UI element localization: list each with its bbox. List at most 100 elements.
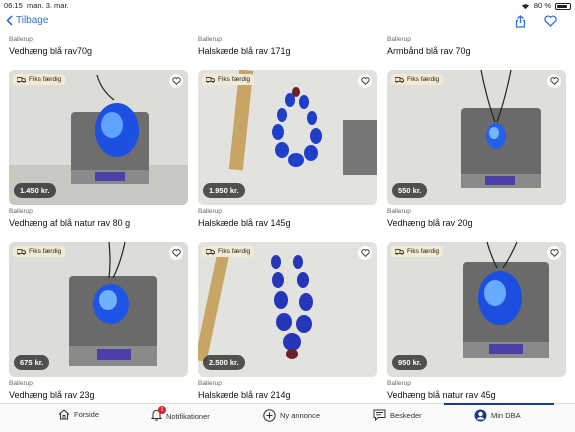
- listing-card-pendant-45g[interactable]: Fiks færdig 950 kr.: [387, 242, 566, 377]
- bottom-tab-bar: Forside 1 Notifikationer Ny annonce Besk…: [0, 403, 575, 432]
- price-tag: 675 kr.: [14, 355, 50, 370]
- chat-icon: [373, 409, 386, 421]
- status-right: 80 %: [521, 0, 571, 12]
- price-tag: 2.500 kr.: [203, 355, 245, 370]
- listing-title: Halskæde blå rav 214g: [198, 390, 291, 400]
- tab-label: Ny annonce: [280, 411, 321, 420]
- listing-title: Halskæde blå rav 145g: [198, 218, 291, 228]
- list-item-label[interactable]: Ballerup Halskæde blå rav 145g: [198, 208, 291, 228]
- battery-icon: [555, 2, 571, 10]
- profile-icon: [474, 409, 487, 422]
- tab-label: Beskeder: [390, 410, 422, 420]
- tab-ny-annonce[interactable]: Ny annonce: [263, 409, 320, 422]
- list-item-label[interactable]: Ballerup Halskæde blå rav 214g: [198, 380, 291, 400]
- listing-card-pendant-80g[interactable]: Fiks færdig 1.450 kr.: [9, 70, 188, 205]
- listing-card-necklace-214g[interactable]: Fiks færdig 2.500 kr.: [198, 242, 377, 377]
- heart-icon: [549, 77, 559, 85]
- listing-location: Ballerup: [9, 36, 33, 43]
- heart-icon: [171, 249, 181, 257]
- list-item-label[interactable]: Ballerup Vedhæng blå rav70g: [9, 36, 92, 56]
- tab-label: Notifikationer: [166, 411, 210, 421]
- save-heart-button[interactable]: [169, 74, 183, 88]
- listing-location: Ballerup: [198, 36, 222, 43]
- bell-icon-wrap: 1: [150, 406, 166, 423]
- heart-icon: [549, 249, 559, 257]
- list-item-label[interactable]: Ballerup Vedhæng blå rav 20g: [387, 208, 473, 228]
- back-label: Tilbage: [16, 15, 49, 26]
- list-item-label[interactable]: Ballerup Vedhæng blå natur rav 45g: [387, 380, 496, 400]
- listing-location: Ballerup: [387, 380, 411, 387]
- listing-card-pendant-20g[interactable]: Fiks færdig 550 kr.: [387, 70, 566, 205]
- truck-icon: [17, 248, 26, 255]
- plus-circle-icon: [263, 409, 276, 422]
- listing-card-pendant-23g[interactable]: Fiks færdig 675 kr.: [9, 242, 188, 377]
- listing-location: Ballerup: [387, 208, 411, 215]
- list-item-label[interactable]: Ballerup Vedhæng blå rav 23g: [9, 380, 95, 400]
- listing-title: Vedhæng blå rav 20g: [387, 218, 473, 228]
- truck-icon: [206, 76, 215, 83]
- save-heart-button[interactable]: [547, 246, 561, 260]
- home-icon: [58, 409, 70, 420]
- heart-icon: [360, 77, 370, 85]
- nav-actions: [515, 15, 557, 28]
- truck-icon: [395, 76, 404, 83]
- status-date: man. 3. mar.: [26, 1, 69, 10]
- badge-label: Fiks færdig: [29, 248, 62, 255]
- price-tag: 550 kr.: [392, 183, 428, 198]
- listing-location: Ballerup: [198, 380, 222, 387]
- active-tab-indicator: [444, 403, 554, 405]
- listing-title: Vedhæng blå rav70g: [9, 46, 93, 56]
- badge-label: Fiks færdig: [407, 76, 440, 83]
- tab-min-dba[interactable]: Min DBA: [474, 409, 521, 422]
- fiks-faerdig-badge: Fiks færdig: [391, 74, 444, 85]
- navigation-bar: Tilbage: [0, 12, 575, 36]
- fiks-faerdig-badge: Fiks færdig: [391, 246, 444, 257]
- fiks-faerdig-badge: Fiks færdig: [13, 246, 66, 257]
- badge-label: Fiks færdig: [218, 76, 251, 83]
- listing-location: Ballerup: [387, 36, 411, 43]
- status-time: 06.15: [4, 1, 23, 10]
- heart-icon: [360, 249, 370, 257]
- fiks-faerdig-badge: Fiks færdig: [13, 74, 66, 85]
- heart-icon: [171, 77, 181, 85]
- listing-location: Ballerup: [9, 380, 33, 387]
- price-tag: 1.450 kr.: [14, 183, 56, 198]
- favorite-heart-icon[interactable]: [544, 15, 557, 27]
- price-tag: 1.950 kr.: [203, 183, 245, 198]
- listing-location: Ballerup: [9, 208, 33, 215]
- truck-icon: [17, 76, 26, 83]
- badge-label: Fiks færdig: [218, 248, 251, 255]
- tab-beskeder[interactable]: Beskeder: [373, 409, 422, 421]
- listing-location: Ballerup: [198, 208, 222, 215]
- fiks-faerdig-badge: Fiks færdig: [202, 246, 255, 257]
- save-heart-button[interactable]: [358, 74, 372, 88]
- listing-card-necklace-145g[interactable]: Fiks færdig 1.950 kr.: [198, 70, 377, 205]
- price-tag: 950 kr.: [392, 355, 428, 370]
- list-item-label[interactable]: Ballerup Armbånd blå rav 70g: [387, 36, 471, 56]
- tab-forside[interactable]: Forside: [58, 409, 99, 420]
- tab-notifikationer[interactable]: 1 Notifikationer: [150, 406, 210, 423]
- listing-title: Vedhæng blå natur rav 45g: [387, 390, 496, 400]
- truck-icon: [395, 248, 404, 255]
- share-icon[interactable]: [515, 15, 526, 28]
- list-item-label[interactable]: Ballerup Vedhæng af blå natur rav 80 g: [9, 208, 130, 228]
- notification-count-badge: 1: [158, 406, 166, 414]
- wifi-icon: [521, 3, 529, 9]
- status-left: 06.15 man. 3. mar.: [4, 0, 69, 12]
- status-bar: 06.15 man. 3. mar. 80 %: [0, 0, 575, 12]
- list-item-label[interactable]: Ballerup Halskæde blå rav 171g: [198, 36, 291, 56]
- chevron-left-icon: [6, 15, 13, 26]
- truck-icon: [206, 248, 215, 255]
- save-heart-button[interactable]: [169, 246, 183, 260]
- tab-label: Min DBA: [491, 411, 521, 420]
- battery-percent: 80 %: [533, 1, 551, 10]
- badge-label: Fiks færdig: [29, 76, 62, 83]
- save-heart-button[interactable]: [547, 74, 561, 88]
- badge-label: Fiks færdig: [407, 248, 440, 255]
- back-button[interactable]: Tilbage: [6, 15, 48, 26]
- tab-label: Forside: [74, 410, 100, 419]
- listing-title: Halskæde blå rav 171g: [198, 46, 291, 56]
- save-heart-button[interactable]: [358, 246, 372, 260]
- listing-title: Armbånd blå rav 70g: [387, 46, 471, 56]
- listing-title: Vedhæng af blå natur rav 80 g: [9, 218, 131, 228]
